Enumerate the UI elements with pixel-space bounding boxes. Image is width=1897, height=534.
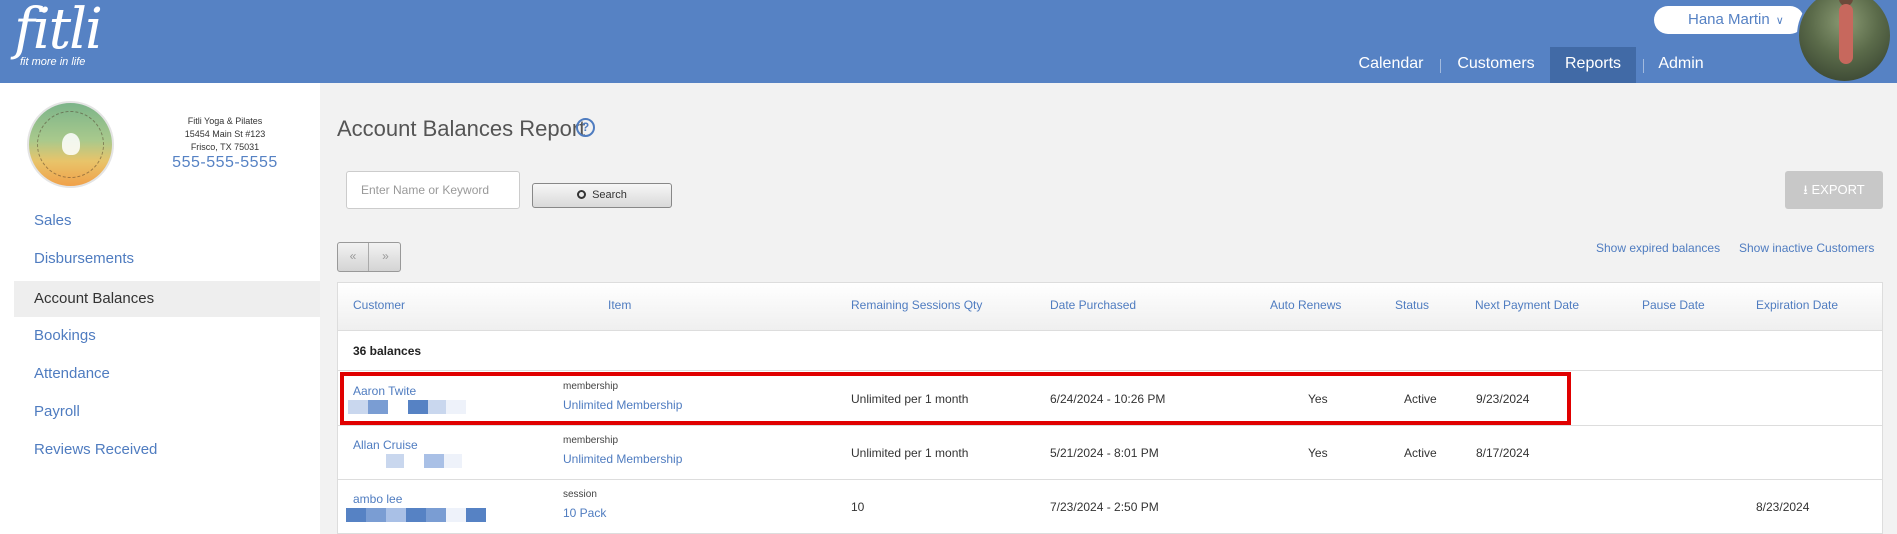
nav-admin[interactable]: Admin <box>1652 47 1710 83</box>
sidebar-item-reviews-received[interactable]: Reviews Received <box>14 432 320 468</box>
balances-count-row: 36 balances <box>338 331 1882 371</box>
chevron-down-icon: ∨ <box>1775 15 1784 27</box>
export-button-label: EXPORT <box>1811 182 1865 197</box>
redacted-contact-info <box>346 508 486 522</box>
remaining-sessions: Unlimited per 1 month <box>851 446 969 460</box>
redacted-contact-info <box>348 454 462 468</box>
pager-next-button[interactable]: » <box>370 243 401 271</box>
pager: « » <box>337 242 401 272</box>
sidebar-item-sales[interactable]: Sales <box>14 203 320 239</box>
user-menu[interactable]: Hana Martin ∨ <box>1654 6 1804 34</box>
item-type: session <box>563 489 597 500</box>
col-next-payment-date[interactable]: Next Payment Date <box>1475 298 1579 312</box>
col-status[interactable]: Status <box>1395 298 1429 312</box>
table-header: Customer Item Remaining Sessions Qty Dat… <box>338 283 1882 331</box>
item-type: membership <box>563 435 619 446</box>
main-nav: Calendar Customers Reports Admin <box>0 47 1897 83</box>
studio-phone[interactable]: 555-555-5555 <box>150 154 300 172</box>
date-purchased: 7/23/2024 - 2:50 PM <box>1050 500 1159 514</box>
customer-name-link[interactable]: ambo lee <box>353 492 402 506</box>
nav-customers[interactable]: Customers <box>1452 47 1540 83</box>
balances-count: 36 balances <box>353 344 422 358</box>
studio-name: Fitli Yoga & Pilates <box>187 116 263 126</box>
export-button[interactable]: ⭳ EXPORT <box>1785 171 1883 209</box>
pager-prev-button[interactable]: « <box>338 243 369 271</box>
sidebar-item-account-balances[interactable]: Account Balances <box>14 281 320 317</box>
search-button-label: Search <box>592 189 627 201</box>
col-auto-renews[interactable]: Auto Renews <box>1270 298 1341 312</box>
remaining-sessions: 10 <box>851 500 865 514</box>
auto-renews: Yes <box>1308 446 1328 460</box>
user-name: Hana Martin <box>1688 11 1770 28</box>
search-icon <box>577 190 587 199</box>
sidebar-item-payroll[interactable]: Payroll <box>14 394 320 430</box>
date-purchased: 5/21/2024 - 8:01 PM <box>1050 446 1159 460</box>
download-icon: ⭳ <box>1803 182 1808 197</box>
col-item[interactable]: Item <box>608 298 631 312</box>
show-inactive-customers-link[interactable]: Show inactive Customers <box>1739 241 1874 255</box>
next-payment-date: 8/17/2024 <box>1476 446 1530 460</box>
table-row[interactable]: ambo lee session 10 Pack 10 7/23/2024 - … <box>338 480 1882 534</box>
sidebar-item-disbursements[interactable]: Disbursements <box>14 241 320 277</box>
item-name-link[interactable]: Unlimited Membership <box>563 452 682 466</box>
col-expiration-date[interactable]: Expiration Date <box>1756 298 1838 312</box>
col-date-purchased[interactable]: Date Purchased <box>1050 298 1136 312</box>
col-remaining-sessions[interactable]: Remaining Sessions Qty <box>851 298 982 312</box>
customer-name-link[interactable]: Allan Cruise <box>353 438 418 452</box>
help-icon[interactable]: ? <box>576 118 595 137</box>
top-header: fitli fit more in life Calendar Customer… <box>0 0 1897 83</box>
search-input[interactable] <box>346 171 520 209</box>
sidebar-item-attendance[interactable]: Attendance <box>14 356 320 392</box>
status: Active <box>1404 446 1437 460</box>
col-pause-date[interactable]: Pause Date <box>1642 298 1705 312</box>
col-customer[interactable]: Customer <box>353 298 405 312</box>
nav-separator <box>1440 59 1441 73</box>
sidebar-item-bookings[interactable]: Bookings <box>14 318 320 354</box>
search-button[interactable]: Search <box>532 183 672 208</box>
expiration-date: 8/23/2024 <box>1756 500 1810 514</box>
show-expired-balances-link[interactable]: Show expired balances <box>1596 241 1720 255</box>
avatar-figure-shape <box>1839 4 1853 64</box>
nav-reports[interactable]: Reports <box>1550 47 1636 83</box>
item-name-link[interactable]: 10 Pack <box>563 506 606 520</box>
nav-separator <box>1643 59 1644 73</box>
table-row[interactable]: Allan Cruise membership Unlimited Member… <box>338 426 1882 480</box>
sidebar: Fitli Yoga & Pilates 15454 Main St #123 … <box>0 83 320 534</box>
studio-logo <box>27 101 114 188</box>
studio-address-line2: Frisco, TX 75031 <box>190 142 260 152</box>
meditation-figure-icon <box>62 133 80 155</box>
row-highlight-box <box>340 372 1571 425</box>
page-title: Account Balances Report <box>337 116 586 141</box>
studio-address: Fitli Yoga & Pilates 15454 Main St #123 … <box>150 115 300 154</box>
nav-calendar[interactable]: Calendar <box>1352 47 1430 83</box>
studio-address-line1: 15454 Main St #123 <box>184 129 266 139</box>
